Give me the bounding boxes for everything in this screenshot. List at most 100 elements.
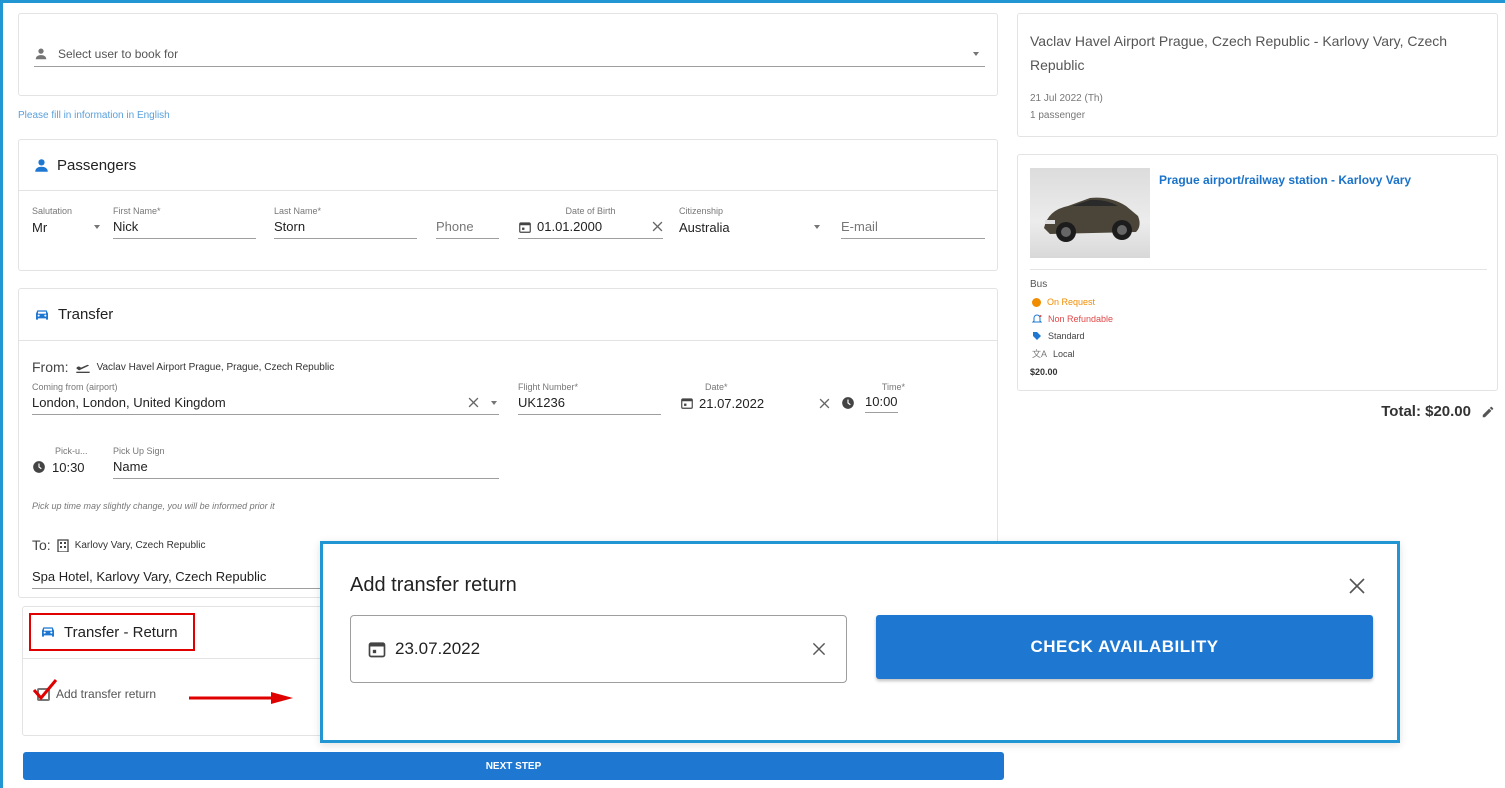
transfer-return-divider bbox=[23, 658, 341, 659]
dropdown-arrow-icon[interactable] bbox=[489, 400, 499, 406]
transfer-time-field[interactable]: Time* 10:00 bbox=[841, 382, 905, 415]
flight-number-label: Flight Number* bbox=[518, 382, 579, 392]
return-date-field[interactable]: 23.07.2022 bbox=[350, 615, 847, 683]
checkbox-icon[interactable] bbox=[32, 678, 58, 701]
transfer-time-value: 10:00 bbox=[865, 394, 898, 413]
first-name-field[interactable]: First Name* Nick bbox=[113, 206, 256, 239]
pickup-note: Pick up time may slightly change, you wi… bbox=[32, 501, 275, 511]
refund-label: Non Refundable bbox=[1048, 314, 1114, 324]
transfer-return-header: Transfer - Return bbox=[29, 613, 195, 651]
email-field[interactable]: E-mail bbox=[841, 206, 985, 239]
to-place: Karlovy Vary, Czech Republic bbox=[74, 539, 206, 551]
to-label: To: bbox=[32, 537, 51, 553]
passengers-divider bbox=[19, 190, 997, 191]
user-select[interactable]: Select user to book for bbox=[34, 42, 985, 67]
flight-number-value: UK1236 bbox=[518, 395, 565, 410]
salutation-select[interactable]: Salutation Mr bbox=[32, 206, 102, 239]
transfer-header: Transfer bbox=[34, 306, 113, 323]
to-row: To: Karlovy Vary, Czech Republic bbox=[32, 537, 205, 553]
citizenship-select[interactable]: Citizenship Australia bbox=[679, 206, 822, 239]
building-icon bbox=[57, 538, 69, 552]
warning-icon bbox=[1032, 297, 1041, 307]
first-name-value: Nick bbox=[113, 219, 139, 234]
add-return-checkbox[interactable]: Add transfer return bbox=[32, 678, 157, 701]
last-name-value: Storn bbox=[274, 219, 306, 234]
checkmark-icon bbox=[32, 678, 58, 700]
from-label: From: bbox=[32, 359, 69, 375]
transfer-return-title: Transfer - Return bbox=[64, 623, 178, 641]
to-address-field[interactable]: Spa Hotel, Karlovy Vary, Czech Republic bbox=[32, 569, 322, 589]
pickup-sign-field[interactable]: Pick Up Sign Name bbox=[113, 446, 499, 479]
tag-icon bbox=[1033, 332, 1041, 340]
clear-icon[interactable] bbox=[652, 221, 663, 232]
pickup-time-value: 10:30 bbox=[52, 459, 85, 475]
flight-number-field[interactable]: Flight Number* UK1236 bbox=[518, 382, 661, 415]
class-row: Standard bbox=[1032, 331, 1085, 341]
english-note: Please fill in information in English bbox=[18, 110, 170, 121]
product-divider bbox=[1030, 269, 1487, 270]
next-step-button[interactable]: NEXT STEP bbox=[23, 752, 1004, 780]
person-icon bbox=[35, 159, 48, 172]
product-card: Prague airport/railway station - Karlovy… bbox=[1017, 154, 1498, 391]
person-icon bbox=[35, 48, 47, 60]
email-placeholder: E-mail bbox=[841, 219, 878, 234]
edit-pencil-icon[interactable] bbox=[1481, 405, 1495, 419]
last-name-field[interactable]: Last Name* Storn bbox=[274, 206, 417, 239]
transfer-title: Transfer bbox=[58, 306, 114, 323]
from-row: From: Vaclav Havel Airport Prague, Pragu… bbox=[32, 359, 334, 375]
arrow-annotation bbox=[189, 692, 293, 704]
date-of-birth-value: 01.01.2000 bbox=[537, 219, 603, 234]
add-return-label: Add transfer return bbox=[56, 687, 157, 701]
clear-icon[interactable] bbox=[468, 397, 479, 408]
car-icon bbox=[42, 627, 54, 637]
language-row: 文A Local bbox=[1032, 347, 1075, 360]
close-icon[interactable] bbox=[1349, 578, 1365, 594]
salutation-value: Mr bbox=[32, 219, 48, 235]
dropdown-arrow-icon[interactable] bbox=[971, 51, 981, 57]
salutation-label: Salutation bbox=[32, 206, 73, 216]
citizenship-value: Australia bbox=[679, 219, 730, 235]
transfer-divider bbox=[19, 340, 997, 341]
clock-icon bbox=[842, 397, 854, 409]
bell-icon bbox=[1032, 314, 1042, 323]
product-price: $20.00 bbox=[1030, 367, 1058, 377]
on-request-label: On Request bbox=[1047, 297, 1096, 307]
from-place: Vaclav Havel Airport Prague, Prague, Cze… bbox=[96, 361, 335, 373]
user-select-placeholder: Select user to book for bbox=[58, 47, 179, 61]
translate-icon: 文A bbox=[1032, 349, 1048, 359]
coming-from-label: Coming from (airport) bbox=[32, 382, 118, 392]
refund-row: Non Refundable bbox=[1032, 314, 1113, 324]
calendar-icon bbox=[368, 642, 386, 658]
transfer-time-label: Time* bbox=[881, 382, 905, 392]
summary-passengers: 1 passenger bbox=[1030, 110, 1086, 121]
pickup-sign-value: Name bbox=[113, 459, 148, 474]
class-label: Standard bbox=[1048, 331, 1085, 341]
clear-icon[interactable] bbox=[812, 642, 826, 656]
check-availability-button[interactable]: CHECK AVAILABILITY bbox=[876, 615, 1373, 679]
clear-icon[interactable] bbox=[819, 398, 830, 409]
pickup-time-field[interactable]: Pick-u... 10:30 bbox=[32, 446, 92, 479]
pickup-sign-label: Pick Up Sign bbox=[113, 446, 165, 456]
citizenship-label: Citizenship bbox=[679, 206, 724, 216]
dropdown-arrow-icon bbox=[94, 225, 100, 229]
last-name-label: Last Name* bbox=[274, 206, 322, 216]
car-icon bbox=[36, 309, 48, 320]
on-request-row: On Request bbox=[1032, 297, 1095, 307]
summary-route: Vaclav Havel Airport Prague, Czech Repub… bbox=[1030, 33, 1448, 73]
vehicle-type: Bus bbox=[1030, 279, 1048, 290]
phone-placeholder: Phone bbox=[436, 219, 474, 234]
vehicle-image bbox=[1030, 168, 1150, 258]
dropdown-arrow-icon bbox=[814, 225, 820, 229]
product-name[interactable]: Prague airport/railway station - Karlovy… bbox=[1159, 173, 1411, 187]
phone-field[interactable]: Phone bbox=[436, 206, 499, 239]
coming-from-field[interactable]: Coming from (airport) London, London, Un… bbox=[32, 382, 499, 415]
date-of-birth-field[interactable]: Date of Birth 01.01.2000 bbox=[518, 206, 663, 239]
transfer-return-card: Transfer - Return Add transfer return bbox=[22, 606, 342, 736]
first-name-label: First Name* bbox=[113, 206, 161, 216]
transfer-date-field[interactable]: Date* 21.07.2022 bbox=[680, 382, 830, 415]
language-label: Local bbox=[1053, 348, 1075, 359]
calendar-icon bbox=[519, 221, 531, 233]
car-photo bbox=[1044, 197, 1140, 242]
transfer-date-value: 21.07.2022 bbox=[699, 395, 765, 411]
total-row: Total: $20.00 bbox=[1300, 403, 1495, 420]
